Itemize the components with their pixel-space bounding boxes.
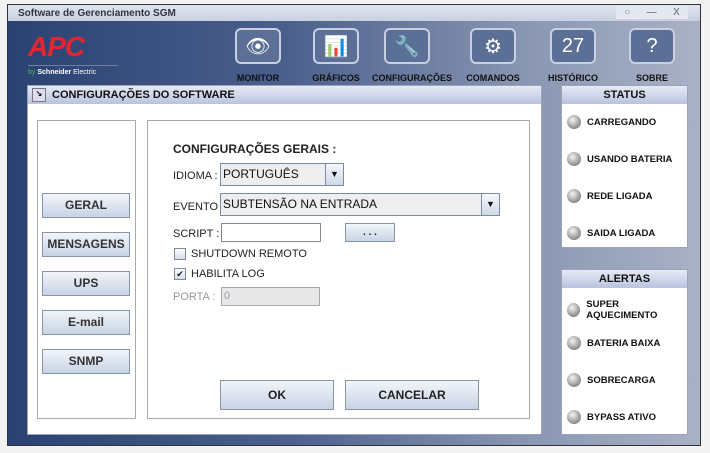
toolbar-label: COMANDOS xyxy=(466,73,520,83)
nav-mensagens-button[interactable]: MENSAGENS xyxy=(42,232,130,257)
shutdown-checkbox[interactable] xyxy=(174,248,186,260)
section-title: CONFIGURAÇÕES GERAIS : xyxy=(173,142,337,156)
toolbar-eye-button[interactable]: 👁 MONITOR xyxy=(223,28,293,83)
eye-icon[interactable]: 👁 xyxy=(235,28,281,64)
apc-logo: APC by Schneider Electric xyxy=(28,31,118,81)
nav-ups-button[interactable]: UPS xyxy=(42,271,130,296)
config-panel: ↘ CONFIGURAÇÕES DO SOFTWARE GERAL MENSAGE… xyxy=(27,85,542,435)
alerts-item: SOBRECARGA xyxy=(567,373,656,387)
alerts-item: SUPER AQUECIMENTO xyxy=(567,299,687,321)
idioma-label: IDIOMA : xyxy=(173,170,218,182)
wrench-icon[interactable]: 🔧 xyxy=(384,28,430,64)
toolbar-gears-button[interactable]: ⚙ COMANDOS xyxy=(458,28,528,83)
script-input[interactable] xyxy=(221,223,321,242)
alerts-item: BATERIA BAIXA xyxy=(567,336,660,350)
status-title: STATUS xyxy=(562,86,687,104)
calendar-icon[interactable]: 27 xyxy=(550,28,596,64)
bar-chart-icon[interactable]: 📊 xyxy=(313,28,359,64)
alerts-panel: ALERTAS SUPER AQUECIMENTO BATERIA BAIXA SO… xyxy=(561,269,688,435)
browse-button[interactable]: . . . xyxy=(345,223,395,242)
evento-label: EVENTO : xyxy=(173,201,225,213)
led-indicator-icon xyxy=(567,226,581,240)
toolbar-label: CONFIGURAÇÕES xyxy=(372,73,453,83)
idioma-select[interactable]: PORTUGUÊS ▼ xyxy=(220,163,344,186)
status-panel: STATUS CARREGANDO USANDO BATERIA REDE LIGA… xyxy=(561,85,688,248)
led-indicator-icon xyxy=(567,373,581,387)
title-bar: Software de Gerenciamento SGM ○ — X xyxy=(8,5,700,21)
app-window: Software de Gerenciamento SGM ○ — X APC … xyxy=(7,4,701,446)
minimize-icon[interactable]: — xyxy=(647,7,657,18)
status-item: CARREGANDO xyxy=(567,115,656,129)
habilita-log-checkbox[interactable]: ✔ xyxy=(174,268,186,280)
status-item: USANDO BATERIA xyxy=(567,152,672,166)
toolbar-label: GRÁFICOS xyxy=(312,73,360,83)
nav-email-button[interactable]: E-mail xyxy=(42,310,130,335)
status-item: REDE LIGADA xyxy=(567,189,652,203)
led-indicator-icon xyxy=(567,303,581,317)
script-label: SCRIPT : xyxy=(173,228,220,240)
toolbar-wrench-button[interactable]: 🔧 CONFIGURAÇÕES xyxy=(372,28,453,83)
porta-label: PORTA : xyxy=(173,291,216,303)
shutdown-label: SHUTDOWN REMOTO xyxy=(191,248,307,260)
nav-panel: GERAL MENSAGENS UPS E-mail SNMP xyxy=(37,120,136,419)
chevron-down-icon[interactable]: ▼ xyxy=(481,194,499,215)
cancel-button[interactable]: CANCELAR xyxy=(345,380,479,410)
toolbar-calendar-button[interactable]: 27 HISTÓRICO xyxy=(538,28,608,83)
ok-button[interactable]: OK xyxy=(220,380,334,410)
led-indicator-icon xyxy=(567,189,581,203)
toolbar-question-button[interactable]: ? SOBRE xyxy=(617,28,687,83)
led-indicator-icon xyxy=(567,336,581,350)
toolbar-label: HISTÓRICO xyxy=(547,73,598,83)
nav-geral-button[interactable]: GERAL xyxy=(42,193,130,218)
toolbar-label: SOBRE xyxy=(635,73,668,83)
toolbar-bar-chart-button[interactable]: 📊 GRÁFICOS xyxy=(301,28,371,83)
toolbar-label: MONITOR xyxy=(236,73,280,83)
led-indicator-icon xyxy=(567,410,581,424)
alerts-title: ALERTAS xyxy=(562,270,687,288)
close-icon[interactable]: X xyxy=(673,7,680,18)
window-title: Software de Gerenciamento SGM xyxy=(18,8,176,19)
wrench-icon: ↘ xyxy=(32,88,46,102)
habilita-log-label: HABILITA LOG xyxy=(191,268,265,280)
chevron-down-icon[interactable]: ▼ xyxy=(325,164,343,185)
led-indicator-icon xyxy=(567,115,581,129)
status-item: SAIDA LIGADA xyxy=(567,226,655,240)
restore-icon[interactable]: ○ xyxy=(624,7,630,18)
alerts-item: BYPASS ATIVO xyxy=(567,410,656,424)
led-indicator-icon xyxy=(567,152,581,166)
panel-title: CONFIGURAÇÕES DO SOFTWARE xyxy=(52,89,235,101)
evento-select[interactable]: SUBTENSÃO NA ENTRADA ▼ xyxy=(220,193,500,216)
gears-icon[interactable]: ⚙ xyxy=(470,28,516,64)
nav-snmp-button[interactable]: SNMP xyxy=(42,349,130,374)
general-settings: CONFIGURAÇÕES GERAIS : IDIOMA : PORTUGUÊ… xyxy=(147,120,530,419)
porta-input: 0 xyxy=(221,287,320,306)
question-icon[interactable]: ? xyxy=(629,28,675,64)
